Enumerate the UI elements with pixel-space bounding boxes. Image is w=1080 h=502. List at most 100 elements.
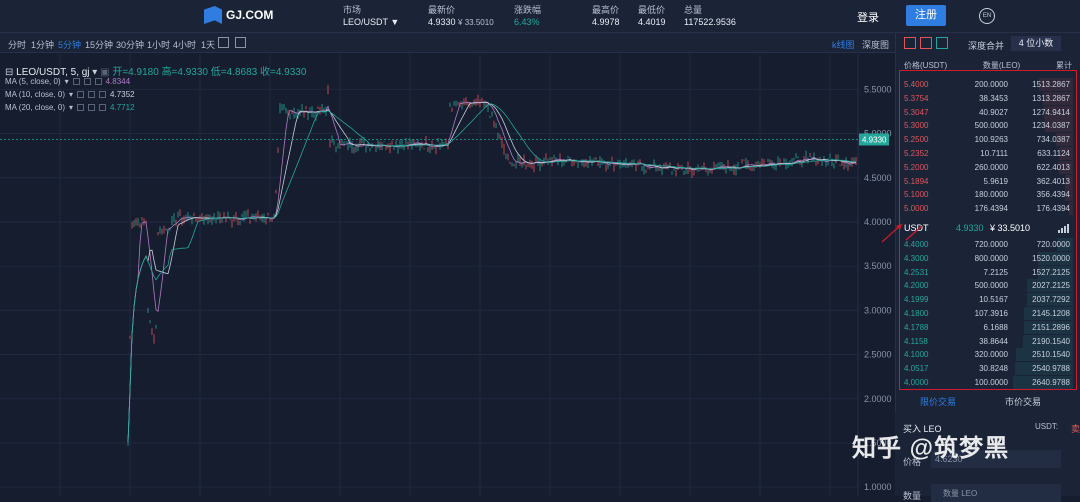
- ma-settings-icon[interactable]: [88, 104, 96, 111]
- row-price: 4.2000: [904, 281, 929, 291]
- row-amount: 320.0000: [974, 350, 1008, 360]
- row-total: 2027.2125: [1032, 281, 1070, 291]
- change-label: 涨跌幅: [514, 5, 542, 15]
- row-price: 5.4000: [904, 80, 929, 89]
- language-button[interactable]: EN: [979, 8, 995, 24]
- legend-high: 高=4.9330: [161, 67, 208, 78]
- row-total: 356.4394: [1036, 190, 1070, 200]
- ma-indicator[interactable]: MA (20, close, 0) ▾ 4.7712: [5, 103, 135, 112]
- ma-indicator[interactable]: MA (10, close, 0) ▾ 4.7352: [5, 90, 135, 99]
- bid-row[interactable]: 4.1800 107.3916 2145.1208: [903, 307, 1073, 320]
- timeframe-tab[interactable]: 15分钟: [85, 38, 113, 51]
- chart-settings-icon[interactable]: [218, 37, 229, 48]
- row-price: 5.0000: [904, 204, 929, 214]
- indicator-icon[interactable]: [235, 37, 246, 48]
- kline-view-tab[interactable]: k线图: [832, 38, 855, 51]
- bid-row[interactable]: 4.0000 100.0000 2640.9788: [903, 376, 1073, 389]
- row-price: 4.1999: [904, 295, 929, 305]
- row-total: 622.4013: [1036, 162, 1070, 172]
- tab-limit[interactable]: 限价交易: [920, 395, 956, 408]
- ask-row[interactable]: 5.2500 100.9263 734.0387: [903, 133, 1073, 147]
- bid-row[interactable]: 4.2000 500.0000 2027.2125: [903, 279, 1073, 293]
- market-label: 市场: [343, 5, 362, 15]
- ask-row[interactable]: 5.3000 500.0000 1234.0387: [903, 119, 1073, 133]
- y-tick-label: 4.5000: [864, 173, 892, 183]
- tab-market[interactable]: 市价交易: [1005, 395, 1041, 408]
- ask-row[interactable]: 5.1000 180.0000 356.4394: [903, 188, 1073, 202]
- y-tick-label: 2.5000: [864, 350, 892, 360]
- mid-cny: ¥ 33.5010: [990, 223, 1031, 233]
- bid-row[interactable]: 4.3000 800.0000 1520.0000: [903, 251, 1073, 265]
- ask-row[interactable]: 5.3754 38.3453 1313.2867: [903, 91, 1073, 105]
- timeframe-tab[interactable]: 1天: [201, 38, 215, 51]
- ask-row[interactable]: 5.3047 40.9027 1274.9414: [903, 105, 1073, 119]
- volume-value: 117522.9536: [684, 17, 736, 27]
- register-button[interactable]: 注册: [906, 5, 946, 26]
- ma-eye-icon[interactable]: [72, 78, 80, 85]
- ma10-line: [127, 101, 857, 444]
- logo-text: GJ.COM: [226, 8, 274, 22]
- ma-indicator[interactable]: MA (5, close, 0) ▾ 4.8344: [5, 77, 130, 86]
- ask-row[interactable]: 5.4000 200.0000 1513.2867: [903, 78, 1073, 91]
- bid-row[interactable]: 4.0517 30.8248 2540.9788: [903, 362, 1073, 376]
- bid-row[interactable]: 4.1788 6.1688 2151.2896: [903, 320, 1073, 334]
- change: 涨跌幅 6.43%: [514, 4, 541, 28]
- ask-row[interactable]: 5.1894 5.9619 362.4013: [903, 174, 1073, 188]
- orderbook-asks-icon[interactable]: [920, 37, 932, 49]
- bid-row[interactable]: 4.2531 7.2125 1527.2125: [903, 265, 1073, 279]
- ma-value: 4.7712: [110, 103, 135, 112]
- market-selector[interactable]: 市场 LEO/USDT ▼: [343, 4, 399, 28]
- row-total: 2151.2896: [1032, 322, 1070, 332]
- timeframe-tab[interactable]: 30分钟: [116, 38, 144, 51]
- ask-row[interactable]: 5.2352 10.7111 633.1124: [903, 147, 1073, 160]
- high: 最高价 4.9978: [592, 4, 620, 28]
- bid-row[interactable]: 4.1999 10.5167 2037.7292: [903, 293, 1073, 307]
- ma-settings-icon[interactable]: [88, 91, 96, 98]
- row-total: 720.0000: [1036, 240, 1070, 249]
- row-amount: 5.9619: [983, 176, 1008, 186]
- row-total: 1234.0387: [1032, 121, 1070, 131]
- low: 最低价 4.4019: [638, 4, 666, 28]
- ma-settings-icon[interactable]: [83, 78, 91, 85]
- bid-row[interactable]: 4.1000 320.0000 2510.1540: [903, 348, 1073, 362]
- timeframe-tab[interactable]: 4小时: [173, 38, 196, 51]
- bid-row[interactable]: 4.1158 38.8644 2190.1540: [903, 334, 1073, 348]
- depth-view-tab[interactable]: 深度图: [862, 38, 889, 51]
- ma-close-icon[interactable]: [99, 91, 107, 98]
- precision-select[interactable]: 4 位小数: [1011, 36, 1061, 51]
- login-button[interactable]: 登录: [857, 9, 879, 25]
- row-price: 5.3754: [904, 93, 929, 103]
- qty-input[interactable]: 数量 LEO: [931, 484, 1061, 502]
- volume: 总量 117522.9536: [684, 4, 736, 28]
- chevron-down-icon: ▼: [390, 17, 400, 27]
- row-amount: 720.0000: [974, 240, 1008, 249]
- ask-row[interactable]: 5.0000 176.4394 176.4394: [903, 202, 1073, 216]
- timeframe-tab[interactable]: 1分钟: [31, 38, 54, 51]
- last-price: 最新价 4.9330 ¥ 33.5010: [428, 4, 494, 29]
- timeframe-tab[interactable]: 分时: [8, 38, 26, 51]
- chart-legend: ⊟ LEO/USDT, 5, gj ▾ ▣ 开=4.9180 高=4.9330 …: [5, 67, 307, 78]
- top-bar: GJ.COM 市场 LEO/USDT ▼ 最新价 4.9330 ¥ 33.501…: [0, 0, 1080, 33]
- row-total: 1313.2867: [1032, 93, 1070, 103]
- orderbook-bids-icon[interactable]: [936, 37, 948, 49]
- logo[interactable]: GJ.COM: [204, 6, 273, 24]
- row-amount: 38.3453: [979, 93, 1008, 103]
- last-price-cny: ¥ 33.5010: [458, 18, 494, 27]
- row-total: 2510.1540: [1032, 350, 1070, 360]
- annotation-arrow: [881, 223, 923, 243]
- row-amount: 100.9263: [974, 135, 1008, 145]
- price-chart[interactable]: 5.50005.00004.50004.00003.50003.00002.50…: [0, 54, 895, 496]
- row-price: 5.1894: [904, 176, 929, 186]
- timeframe-tab[interactable]: 1小时: [147, 38, 170, 51]
- market-value: LEO/USDT: [343, 17, 388, 27]
- timeframe-tab[interactable]: 5分钟: [58, 38, 81, 51]
- ask-row[interactable]: 5.2000 260.0000 622.4013: [903, 160, 1073, 174]
- ma-close-icon[interactable]: [99, 104, 107, 111]
- row-price: 5.2352: [904, 149, 929, 158]
- ma-eye-icon[interactable]: [77, 91, 85, 98]
- last-price-value: 4.9330: [428, 17, 456, 27]
- ma-eye-icon[interactable]: [77, 104, 85, 111]
- orderbook-both-icon[interactable]: [904, 37, 916, 49]
- ma-close-icon[interactable]: [94, 78, 102, 85]
- row-amount: 6.1688: [983, 322, 1008, 332]
